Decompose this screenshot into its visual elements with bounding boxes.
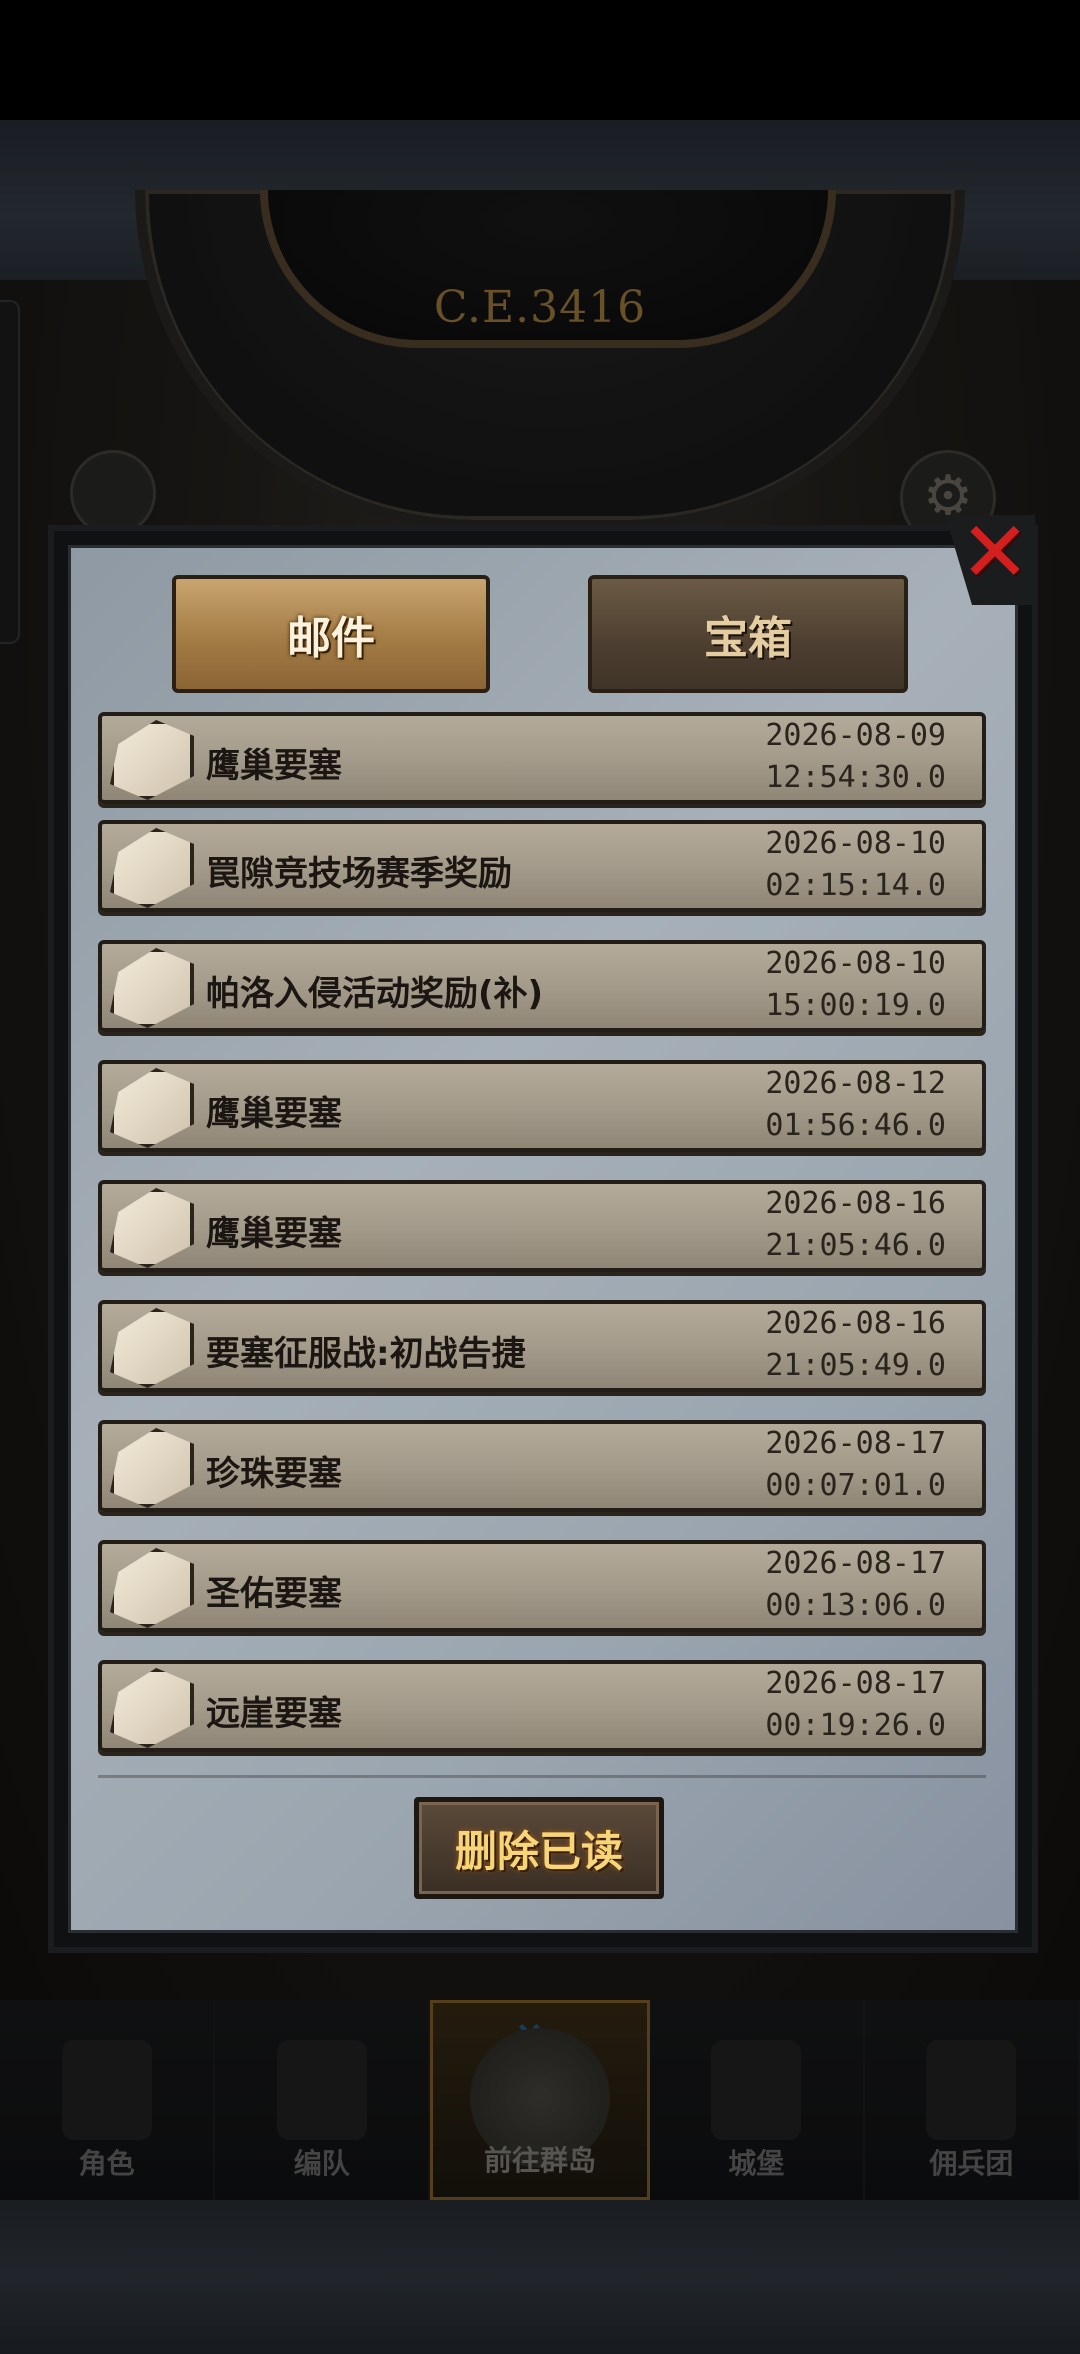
- mail-time: 15:00:19.0: [765, 988, 946, 1023]
- mail-title: 罠隙竞技场赛季奖励: [206, 854, 512, 894]
- mail-title: 帕洛入侵活动奖励(补): [206, 974, 544, 1014]
- chest-icon: [110, 1548, 194, 1628]
- mail-date: 2026-08-12: [765, 1066, 946, 1101]
- list-item[interactable]: 鹰巢要塞 2026-08-16 21:05:46.0: [98, 1180, 986, 1272]
- list-item[interactable]: 圣佑要塞 2026-08-17 00:13:06.0: [98, 1540, 986, 1632]
- mail-date: 2026-08-09: [765, 718, 946, 753]
- chest-icon: [110, 1428, 194, 1508]
- mail-date: 2026-08-17: [765, 1666, 946, 1701]
- mail-date: 2026-08-17: [765, 1426, 946, 1461]
- chest-icon: [110, 948, 194, 1028]
- mail-time: 01:56:46.0: [765, 1108, 946, 1143]
- mail-title: 圣佑要塞: [206, 1574, 342, 1614]
- list-divider: [98, 1775, 986, 1778]
- close-icon[interactable]: ✕: [955, 510, 1035, 594]
- chest-icon: [110, 720, 194, 800]
- list-item[interactable]: 帕洛入侵活动奖励(补) 2026-08-10 15:00:19.0: [98, 940, 986, 1032]
- list-item[interactable]: 鹰巢要塞 2026-08-09 12:54:30.0: [98, 712, 986, 804]
- chest-icon: [110, 1668, 194, 1748]
- mail-title: 鹰巢要塞: [206, 1214, 342, 1254]
- mail-date: 2026-08-16: [765, 1186, 946, 1221]
- mail-list[interactable]: 鹰巢要塞 2026-08-09 12:54:30.0 罠隙竞技场赛季奖励 202…: [98, 708, 986, 1758]
- mail-title: 要塞征服战:初战告捷: [206, 1334, 526, 1374]
- mail-date: 2026-08-10: [765, 826, 946, 861]
- tab-chest[interactable]: 宝箱: [588, 575, 908, 693]
- chest-icon: [110, 1188, 194, 1268]
- mail-title: 鹰巢要塞: [206, 1094, 342, 1134]
- list-item[interactable]: 鹰巢要塞 2026-08-12 01:56:46.0: [98, 1060, 986, 1152]
- mail-time: 00:07:01.0: [765, 1468, 946, 1503]
- list-item[interactable]: 远崖要塞 2026-08-17 00:19:26.0: [98, 1660, 986, 1752]
- list-item[interactable]: 要塞征服战:初战告捷 2026-08-16 21:05:49.0: [98, 1300, 986, 1392]
- mail-time: 02:15:14.0: [765, 868, 946, 903]
- tab-mail[interactable]: 邮件: [172, 575, 490, 693]
- mail-time: 12:54:30.0: [765, 760, 946, 795]
- chest-icon: [110, 828, 194, 908]
- mail-title: 远崖要塞: [206, 1694, 342, 1734]
- chest-icon: [110, 1068, 194, 1148]
- mail-time: 00:19:26.0: [765, 1708, 946, 1743]
- delete-read-button[interactable]: 删除已读: [414, 1797, 664, 1899]
- mail-date: 2026-08-16: [765, 1306, 946, 1341]
- chest-icon: [110, 1308, 194, 1388]
- mail-time: 21:05:49.0: [765, 1348, 946, 1383]
- mail-title: 珍珠要塞: [206, 1454, 342, 1494]
- mail-date: 2026-08-10: [765, 946, 946, 981]
- mail-date: 2026-08-17: [765, 1546, 946, 1581]
- mail-title: 鹰巢要塞: [206, 746, 342, 786]
- list-item[interactable]: 珍珠要塞 2026-08-17 00:07:01.0: [98, 1420, 986, 1512]
- mail-time: 00:13:06.0: [765, 1588, 946, 1623]
- list-item[interactable]: 罠隙竞技场赛季奖励 2026-08-10 02:15:14.0: [98, 820, 986, 912]
- mail-time: 21:05:46.0: [765, 1228, 946, 1263]
